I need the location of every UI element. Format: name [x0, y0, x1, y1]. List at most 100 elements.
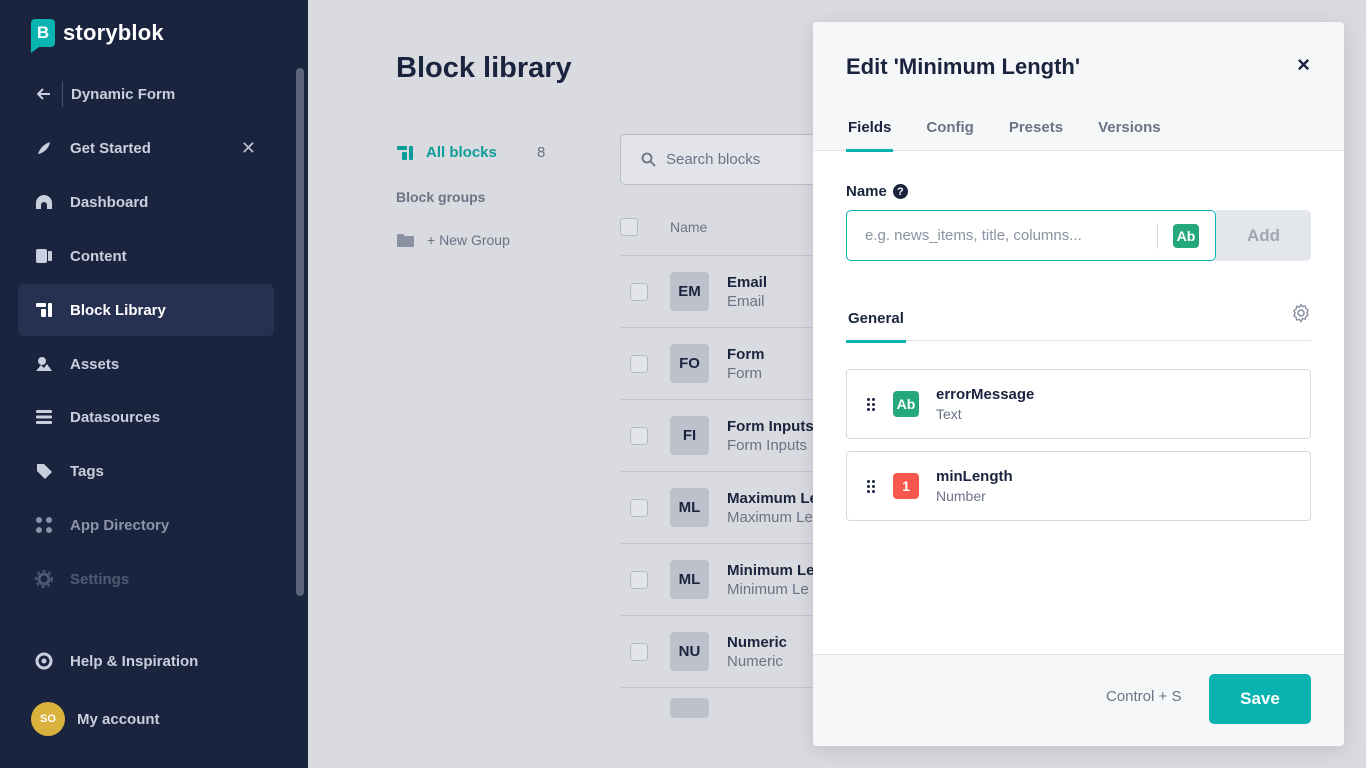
sidebar-item-label: Settings [70, 570, 130, 588]
field-type: Text [936, 406, 962, 422]
field-name: errorMessage [936, 386, 1035, 403]
block-badge: ML [670, 488, 709, 527]
field-row-min-length[interactable]: 1 minLength Number [846, 451, 1311, 521]
table-row [620, 687, 820, 718]
table-row[interactable]: FI Form Inputs Form Inputs [620, 399, 820, 471]
sidebar-item-label: Dashboard [70, 193, 149, 211]
sidebar-item-get-started[interactable]: Get Started ✕ [18, 122, 274, 174]
tag-icon [34, 461, 54, 481]
apps-icon [34, 515, 54, 535]
field-type-selector-icon[interactable]: Ab [1173, 223, 1199, 248]
page-title: Block library [396, 52, 572, 84]
sidebar-item-datasources[interactable]: Datasources [18, 391, 274, 443]
sidebar-item-settings[interactable]: Settings [18, 553, 274, 605]
sidebar-item-label: Tags [70, 462, 104, 480]
row-checkbox[interactable] [630, 498, 648, 517]
row-checkbox[interactable] [630, 354, 648, 373]
drag-handle-icon[interactable] [867, 397, 875, 411]
brand-logo[interactable]: B storyblok [31, 19, 164, 53]
block-library-icon [34, 300, 54, 320]
sidebar-item-app-directory[interactable]: App Directory [18, 499, 274, 551]
sidebar-scrollbar[interactable] [296, 68, 304, 596]
new-group-button[interactable]: + New Group [396, 232, 510, 248]
modal-header: Edit 'Minimum Length' × Fields Config Pr… [813, 22, 1344, 152]
dashboard-icon [34, 192, 54, 212]
help-icon[interactable]: ? [892, 184, 908, 199]
number-field-type-icon: 1 [893, 473, 919, 499]
close-icon[interactable]: × [1297, 52, 1310, 78]
add-field-button[interactable]: Add [1216, 210, 1311, 261]
dismiss-get-started-icon[interactable]: ✕ [241, 138, 256, 159]
sidebar-item-label: Help & Inspiration [70, 652, 199, 670]
block-badge: ML [670, 560, 709, 599]
sidebar-item-assets[interactable]: Assets [18, 338, 274, 390]
assets-icon [34, 354, 54, 374]
sidebar-item-help[interactable]: Help & Inspiration [18, 635, 274, 687]
drag-handle-icon[interactable] [867, 479, 875, 493]
save-button[interactable]: Save [1209, 674, 1311, 724]
block-name: Email [727, 273, 768, 291]
sidebar-item-dashboard[interactable]: Dashboard [18, 176, 274, 228]
block-technical-name: Minimum Le [727, 580, 809, 598]
search-placeholder: Search blocks [666, 151, 761, 168]
all-blocks-label: All blocks [426, 144, 497, 161]
table-row[interactable]: EM Email Email [620, 255, 820, 327]
sidebar-item-my-account[interactable]: SO My account [18, 693, 274, 745]
block-name: Minimum Le [727, 561, 815, 579]
gear-icon[interactable] [1291, 303, 1311, 323]
block-badge: EM [670, 272, 709, 311]
storyblok-logo-icon: B [31, 19, 55, 53]
tab-config[interactable]: Config [924, 119, 975, 152]
row-checkbox[interactable] [630, 570, 648, 589]
row-checkbox[interactable] [630, 282, 648, 301]
sidebar-item-label: Get Started [70, 139, 151, 157]
block-groups-heading: Block groups [396, 189, 486, 205]
gear-icon [34, 569, 54, 589]
sidebar-item-content[interactable]: Content [18, 230, 274, 282]
edit-block-modal: Edit 'Minimum Length' × Fields Config Pr… [813, 22, 1344, 746]
modal-footer: Control + S Save [813, 654, 1344, 746]
block-technical-name: Form [727, 364, 762, 382]
field-type: Number [936, 488, 986, 504]
text-field-type-icon: Ab [893, 391, 919, 417]
field-row-error-message[interactable]: Ab errorMessage Text [846, 369, 1311, 439]
sidebar-item-label: My account [77, 710, 160, 728]
name-label-text: Name [846, 183, 887, 200]
table-row[interactable]: ML Maximum Le Maximum Le [620, 471, 820, 543]
table-row[interactable]: ML Minimum Le Minimum Le [620, 543, 820, 615]
table-header: Name [620, 218, 707, 236]
name-field-label: Name ? [846, 183, 908, 200]
block-technical-name: Maximum Le [727, 508, 813, 526]
block-name: Form Inputs [727, 417, 814, 435]
tab-versions[interactable]: Versions [1096, 119, 1163, 152]
tab-general[interactable]: General [846, 310, 906, 343]
sidebar-item-tags[interactable]: Tags [18, 445, 274, 497]
sidebar-item-label: Assets [70, 355, 120, 373]
field-name: minLength [936, 468, 1013, 485]
back-to-space-button[interactable]: Dynamic Form [18, 68, 274, 120]
new-field-name-input[interactable] [847, 211, 1157, 260]
sidebar-item-label: Datasources [70, 408, 161, 426]
block-technical-name: Numeric [727, 652, 783, 670]
all-blocks-count: 8 [537, 144, 546, 161]
divider [62, 81, 63, 107]
sidebar: B storyblok Dynamic Form Get Started ✕ D… [0, 0, 308, 768]
modal-tabs: Fields Config Presets Versions [846, 119, 1163, 152]
modal-title: Edit 'Minimum Length' [846, 54, 1081, 79]
space-name: Dynamic Form [71, 85, 176, 103]
column-header-name[interactable]: Name [670, 219, 707, 235]
table-row[interactable]: FO Form Form [620, 327, 820, 399]
tab-fields[interactable]: Fields [846, 119, 894, 152]
block-name: Numeric [727, 633, 788, 651]
arrow-left-icon [34, 84, 54, 104]
all-blocks-filter[interactable]: All blocks 8 [396, 144, 545, 161]
row-checkbox[interactable] [630, 642, 648, 661]
select-all-checkbox[interactable] [620, 218, 638, 236]
keyboard-shortcut-hint: Control + S [1106, 688, 1182, 705]
table-row[interactable]: NU Numeric Numeric [620, 615, 820, 687]
row-checkbox[interactable] [630, 426, 648, 445]
block-badge: FI [670, 416, 709, 455]
block-technical-name: Email [727, 292, 765, 310]
sidebar-item-block-library[interactable]: Block Library [18, 284, 274, 336]
tab-presets[interactable]: Presets [1007, 119, 1065, 152]
